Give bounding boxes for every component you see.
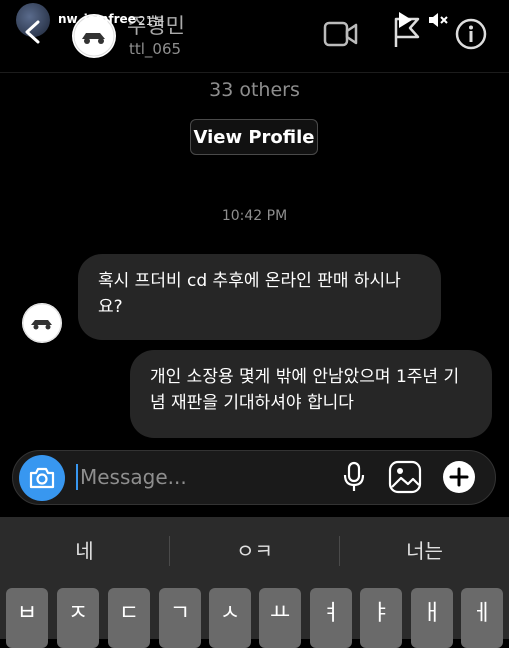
key[interactable]: ㅔ <box>461 588 503 648</box>
info-icon[interactable] <box>455 18 487 50</box>
mic-icon[interactable] <box>343 461 365 493</box>
key[interactable]: ㅅ <box>209 588 251 648</box>
key[interactable]: ㄱ <box>159 588 201 648</box>
message-input[interactable] <box>80 462 320 492</box>
view-profile-button[interactable]: View Profile <box>190 119 318 155</box>
followers-summary: 33 others <box>209 79 300 101</box>
key[interactable]: ㅐ <box>411 588 453 648</box>
key[interactable]: ㅂ <box>6 588 48 648</box>
add-icon[interactable] <box>443 461 475 493</box>
suggestion-3[interactable]: 너는 <box>340 527 509 575</box>
mute-icon[interactable] <box>428 11 448 29</box>
sender-avatar[interactable] <box>22 303 62 343</box>
suggestion-2[interactable]: ㅇㅋ <box>170 527 339 575</box>
key[interactable]: ㅛ <box>259 588 301 648</box>
story-username[interactable]: nw_iamfree <box>58 12 136 26</box>
key[interactable]: ㅑ <box>360 588 402 648</box>
received-message[interactable]: 혹시 프더비 cd 추후에 온라인 판매 하시나요? <box>78 254 441 340</box>
car-logo-icon <box>22 303 62 343</box>
gallery-icon[interactable] <box>388 460 422 494</box>
back-icon[interactable] <box>22 20 44 44</box>
video-icon[interactable] <box>323 19 359 49</box>
key[interactable]: ㅈ <box>57 588 99 648</box>
message-timestamp: 10:42 PM <box>221 208 288 224</box>
story-time: 21분 <box>138 14 165 28</box>
camera-icon[interactable] <box>29 466 55 490</box>
suggestion-1[interactable]: 네 <box>0 527 169 575</box>
key[interactable]: ㅕ <box>310 588 352 648</box>
text-caret <box>76 464 78 490</box>
play-icon[interactable] <box>397 11 413 29</box>
key[interactable]: ㄷ <box>108 588 150 648</box>
sent-message[interactable]: 개인 소장용 몇게 밖에 안남았으며 1주년 기념 재판을 기대하셔야 합니다 <box>130 350 492 438</box>
chat-handle: ttl_065 <box>129 40 182 58</box>
